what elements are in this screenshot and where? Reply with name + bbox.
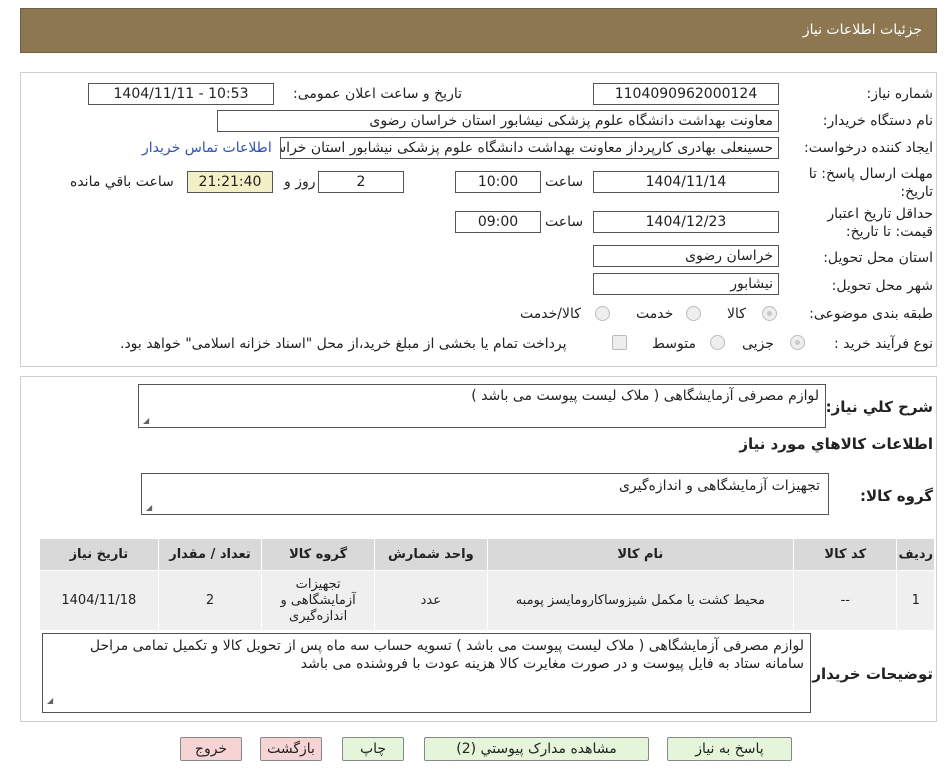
buyer-notes-label: توضیحات خریدار: [806, 665, 933, 683]
buyer-notes-text: لوازم مصرفی آزمایشگاهی ( ملاک لیست پیوست… [89, 638, 804, 672]
creator-field: حسینعلی بهادری کارپرداز معاونت بهداشت دا… [280, 137, 779, 159]
cell-name: محیط کشت یا مکمل شیزوساکارومایسز پومبه [486, 570, 795, 631]
category-goods-label: کالا [727, 306, 746, 322]
goods-group-text: تجهیزات آزمایشگاهی و اندازه‌گیری [618, 478, 820, 494]
province-field: خراسان رضوی [593, 245, 779, 267]
category-goods-radio[interactable] [762, 306, 777, 321]
col-name: نام کالا [486, 538, 795, 571]
print-button[interactable]: چاپ [342, 737, 404, 761]
cell-unit: عدد [374, 570, 488, 631]
validity-label-2: قیمت: تا تاریخ: [845, 224, 933, 240]
resize-handle-icon[interactable]: ◢ [146, 503, 152, 512]
goods-info-title: اطلاعات کالاهاي مورد نياز [739, 435, 933, 453]
category-goods-service-label: کالا/خدمت [520, 306, 581, 322]
cell-group: تجهیزات آزمایشگاهی و اندازه‌گیری [261, 570, 376, 631]
back-button[interactable]: بازگشت [260, 737, 322, 761]
cell-qty: 2 [157, 570, 263, 631]
buyer-notes-textarea[interactable]: لوازم مصرفی آزمایشگاهی ( ملاک لیست پیوست… [42, 633, 811, 713]
table-header-row: رديف کد کالا نام کالا واحد شمارش گروه کا… [39, 538, 935, 571]
exit-button[interactable]: خروج [180, 737, 242, 761]
cell-date: 1404/11/18 [39, 570, 159, 631]
deadline-label: مهلت ارسال پاسخ: تا [808, 166, 933, 182]
announce-label: تاریخ و ساعت اعلان عمومی: [293, 86, 462, 102]
category-service-radio[interactable] [686, 306, 701, 321]
treasury-checkbox[interactable] [612, 335, 627, 350]
buyer-org-field: معاونت بهداشت دانشگاه علوم پزشکی نیشابور… [217, 110, 779, 132]
table-row: 1 -- محیط کشت یا مکمل شیزوساکارومایسز پو… [39, 570, 935, 631]
deadline-label-2: تاریخ: [900, 184, 933, 200]
category-goods-service-radio[interactable] [595, 306, 610, 321]
goods-group-label: گروه کالا: [860, 487, 933, 505]
remaining-time-field: 21:21:40 [187, 171, 273, 193]
col-code: کد کالا [793, 538, 898, 571]
col-group: گروه کالا [261, 538, 376, 571]
process-label: نوع فرآیند خرید : [834, 336, 933, 352]
province-label: استان محل تحویل: [823, 250, 933, 266]
days-field: 2 [318, 171, 404, 193]
page-title: جزئیات اطلاعات نیاز [802, 22, 922, 38]
category-label: طبقه بندی موضوعی: [809, 306, 933, 322]
process-medium-radio[interactable] [710, 335, 725, 350]
deadline-date-field: 1404/11/14 [593, 171, 779, 193]
page-header: جزئیات اطلاعات نیاز [20, 8, 937, 53]
col-qty: تعداد / مقدار [157, 538, 263, 571]
validity-time-label: ساعت [545, 214, 584, 230]
col-unit: واحد شمارش [374, 538, 488, 571]
deadline-time-field: 10:00 [455, 171, 541, 193]
process-minor-radio[interactable] [790, 335, 805, 350]
need-number-field: 1104090962000124 [593, 83, 779, 105]
buyer-org-label: نام دستگاه خریدار: [822, 113, 933, 129]
validity-time-field: 09:00 [455, 211, 541, 233]
city-label: شهر محل تحویل: [831, 278, 933, 294]
contact-buyer-link[interactable]: اطلاعات تماس خریدار [142, 140, 272, 156]
validity-label: حداقل تاریخ اعتبار [827, 206, 933, 222]
resize-handle-icon[interactable]: ◢ [143, 416, 149, 425]
goods-table: رديف کد کالا نام کالا واحد شمارش گروه کا… [39, 538, 935, 631]
resize-handle-icon[interactable]: ◢ [47, 692, 53, 710]
goods-group-textarea[interactable]: تجهیزات آزمایشگاهی و اندازه‌گیری ◢ [141, 473, 829, 515]
announce-field: 1404/11/11 - 10:53 [88, 83, 274, 105]
remaining-label: ساعت باقي مانده [70, 174, 174, 190]
process-medium-label: متوسط [652, 336, 696, 352]
validity-date-field: 1404/12/23 [593, 211, 779, 233]
deadline-time-label: ساعت [545, 174, 584, 190]
days-label: روز و [284, 174, 316, 190]
summary-textarea[interactable]: لوازم مصرفی آزمایشگاهی ( ملاک لیست پیوست… [138, 384, 826, 428]
creator-label: ایجاد کننده درخواست: [804, 140, 933, 156]
process-minor-label: جزیی [742, 336, 774, 352]
category-service-label: خدمت [636, 306, 674, 322]
col-date: تاريخ نياز [39, 538, 159, 571]
summary-label: شرح كلي نياز: [825, 398, 933, 416]
summary-text: لوازم مصرفی آزمایشگاهی ( ملاک لیست پیوست… [471, 388, 819, 404]
attachments-button[interactable]: مشاهده مدارک پیوستي (2) [424, 737, 649, 761]
col-row: رديف [896, 538, 935, 571]
treasury-note: پرداخت تمام یا بخشی از مبلغ خرید،از محل … [120, 336, 567, 352]
need-number-label: شماره نیاز: [866, 86, 934, 102]
cell-row: 1 [896, 570, 935, 631]
city-field: نیشابور [593, 273, 779, 295]
reply-button[interactable]: پاسخ به نیاز [667, 737, 792, 761]
cell-code: -- [793, 570, 898, 631]
